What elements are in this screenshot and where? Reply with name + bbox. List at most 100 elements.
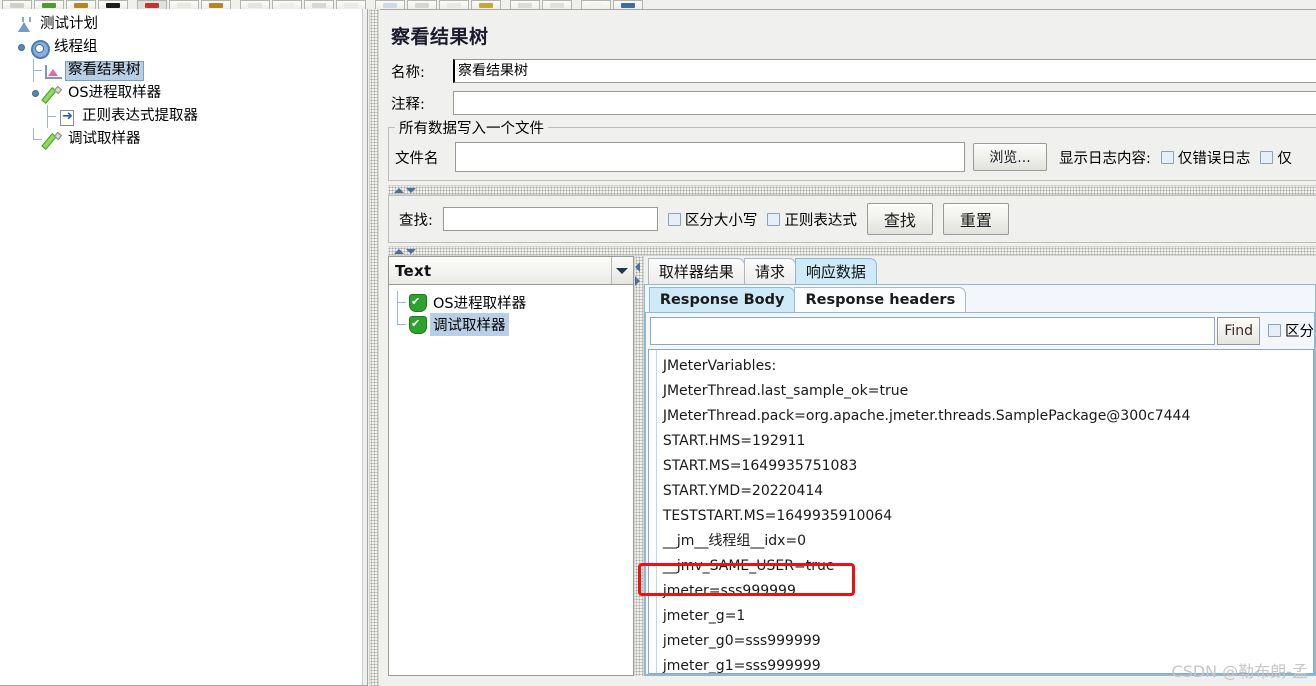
tree-expand-toggle[interactable] [30,82,44,105]
tree-connector [47,116,56,117]
collapse-up-icon[interactable] [394,188,404,193]
search-find-button[interactable]: 查找 [866,203,933,235]
subtab-1[interactable]: Response headers [794,286,967,312]
result-item-0[interactable]: OS进程取样器 [395,290,633,314]
response-subtabbar[interactable]: Response Body Response headers [645,285,1315,312]
search-input[interactable] [442,207,658,231]
browse-button[interactable]: 浏览... [973,143,1047,171]
errors-only-checkbox[interactable]: 仅错误日志 [1160,147,1250,168]
tree-node-4[interactable]: 正则表达式提取器 [2,105,367,128]
renderer-combo[interactable]: Text [388,256,634,285]
shutdown-button[interactable] [471,0,501,9]
results-list[interactable]: OS进程取样器调试取样器 [388,285,634,676]
collapse-icon [312,3,326,8]
toggle-button[interactable] [336,0,366,9]
successes-only-label: 仅 [1277,150,1292,167]
response-line-3: START.HMS=192911 [662,432,806,449]
clear-all-button[interactable] [542,0,572,9]
cut-button[interactable] [240,0,270,9]
save-button[interactable] [137,0,167,9]
collapse-button[interactable] [304,0,334,9]
toolbar-separator [574,0,579,9]
start-button[interactable] [375,0,405,9]
toolbar [0,0,1316,9]
detail-tabbar[interactable]: 取样器结果 请求 响应数据 [644,256,1316,284]
clear-button[interactable] [510,0,540,9]
filename-row: 文件名 浏览... 显示日志内容: 仅错误日志 仅 [389,142,1316,172]
name-input[interactable]: 察看结果树 [453,59,1316,83]
templates-button[interactable] [34,0,64,9]
stop-button[interactable] [439,0,469,9]
reset-search-icon [621,3,635,8]
filename-input[interactable] [455,142,965,172]
search-bar: 查找: 区分大小写 正则表达式 查找 重置 [388,195,1316,243]
tab-1[interactable]: 请求 [743,257,796,284]
tree-node-2[interactable]: 察看结果树 [2,59,367,82]
response-body-text[interactable]: JMeterVariables: JMeterThread.last_sample… [657,350,1313,673]
collapse-right-icon[interactable] [634,276,640,286]
expand-knob-icon[interactable] [18,44,25,51]
tree-connector [395,290,409,314]
results-detail-divider[interactable] [633,256,644,676]
collapse-up-icon[interactable] [394,249,404,254]
write-all-data-group: 所有数据写入一个文件 文件名 浏览... 显示日志内容: 仅错误日志 仅 [388,117,1316,181]
successes-only-checkbox[interactable]: 仅 [1260,147,1292,168]
test-plan-icon [16,16,34,34]
start-no-timers-button[interactable] [407,0,437,9]
response-find-button[interactable]: Find [1217,316,1260,345]
result-item-1[interactable]: 调试取样器 [395,312,633,336]
response-case-sensitive-checkbox[interactable]: 区分 [1268,320,1314,341]
search-regex-checkbox[interactable]: 正则表达式 [767,209,857,230]
main-split-divider[interactable] [369,9,379,686]
collapse-left-icon[interactable] [634,262,640,272]
tree-expand-toggle[interactable] [2,13,16,36]
checkbox-box[interactable] [667,212,681,226]
checkbox-box[interactable] [1160,150,1174,164]
tree-scrollbar[interactable] [362,9,367,685]
close-button[interactable] [98,0,128,9]
collapse-down-icon[interactable] [406,249,416,254]
response-find-input[interactable] [649,316,1216,345]
collapse-down-icon[interactable] [406,188,416,193]
expand-button[interactable] [272,0,302,9]
tab-2[interactable]: 响应数据 [794,257,877,284]
response-body-textarea[interactable]: JMeterVariables: JMeterThread.last_sample… [647,348,1314,674]
copy-button[interactable] [169,0,199,9]
stop-icon [447,3,461,8]
tree-node-1[interactable]: 线程组 [2,36,367,59]
paste-icon [209,3,223,8]
tree-node-5[interactable]: 调试取样器 [2,128,367,151]
response-line-2: JMeterThread.pack=org.apache.jmeter.thre… [662,407,1191,424]
tree-node-0[interactable]: 测试计划 [2,13,367,36]
name-row: 名称: 察看结果树 [380,59,1316,91]
sampler-icon [44,131,62,149]
upper-split-divider[interactable] [388,185,1316,195]
checkbox-box[interactable] [767,212,781,226]
expand-knob-icon[interactable] [32,90,39,97]
new-button[interactable] [2,0,32,9]
search-reset-button[interactable]: 重置 [942,203,1009,235]
tree-connector [33,70,42,71]
thread-group-icon [30,39,50,59]
tab-0[interactable]: 取样器结果 [647,257,745,284]
tree-node-label: 察看结果树 [65,60,144,81]
chevron-down-icon[interactable] [610,257,633,284]
paste-button[interactable] [201,0,231,9]
response-line-8: __jmv_SAME_USER=true [662,557,835,574]
open-button[interactable] [66,0,96,9]
comment-input[interactable] [453,91,1316,115]
lower-split-divider[interactable] [388,246,1316,256]
clear-icon [518,3,532,8]
search-case-sensitive-checkbox[interactable]: 区分大小写 [667,209,757,230]
tree-expand-toggle[interactable] [16,36,30,59]
response-case-sensitive-label: 区分 [1285,324,1314,341]
reset-search-button[interactable] [613,0,643,9]
test-plan-tree-panel[interactable]: 测试计划线程组察看结果树 OS进程取样器正则表达式提取器调试取样器 [0,9,368,686]
subtab-0[interactable]: Response Body [648,286,796,312]
checkbox-box[interactable] [1268,324,1281,338]
tree-node-3[interactable]: OS进程取样器 [2,82,367,105]
checkbox-box[interactable] [1260,150,1274,164]
test-plan-tree[interactable]: 测试计划线程组察看结果树 OS进程取样器正则表达式提取器调试取样器 [0,9,367,151]
search-button[interactable] [581,0,611,9]
